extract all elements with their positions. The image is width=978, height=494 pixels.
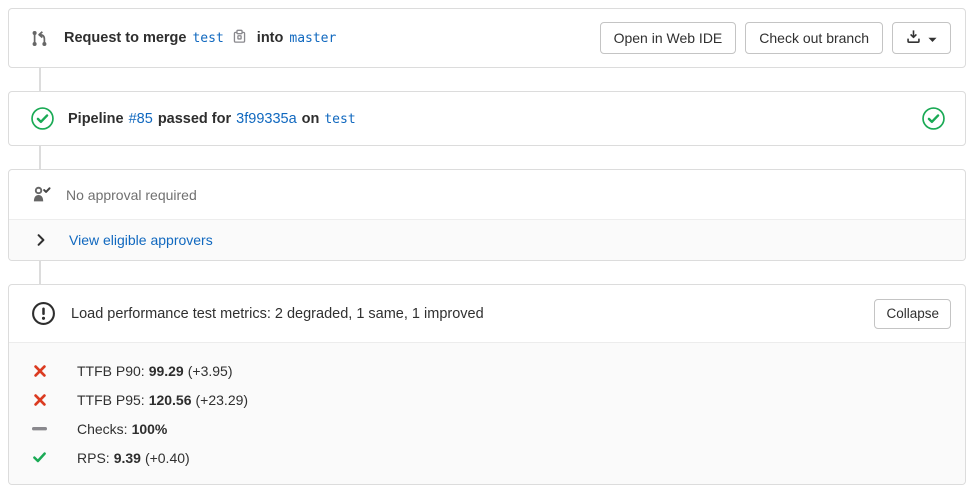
metric-label: RPS: <box>77 450 110 466</box>
metric-delta: (+3.95) <box>188 363 233 379</box>
metric-label: TTFB P95: <box>77 392 145 408</box>
pipeline-status: passed for <box>158 111 231 127</box>
metric-row: RPS: 9.39 (+0.40) <box>32 443 949 472</box>
target-branch-link[interactable]: master <box>289 31 336 46</box>
pipeline-passed-icon <box>31 107 54 130</box>
mr-title-prefix: Request to merge <box>64 30 186 46</box>
metric-value: 99.29 <box>149 363 184 379</box>
mr-title-into: into <box>257 30 284 46</box>
metric-delta: (+0.40) <box>145 450 190 466</box>
approvals-card: No approval required View eligible appro… <box>8 169 966 261</box>
metric-row: TTFB P90: 99.29 (+3.95) <box>32 356 949 385</box>
load-performance-summary: Load performance test metrics: 2 degrade… <box>71 306 484 322</box>
section-connector <box>39 146 41 169</box>
load-performance-header: Load performance test metrics: 2 degrade… <box>9 285 965 342</box>
metric-value: 100% <box>132 421 168 437</box>
degraded-icon <box>32 365 47 377</box>
chevron-right-icon <box>37 234 45 246</box>
metric-delta: (+23.29) <box>196 392 249 408</box>
open-web-ide-button[interactable]: Open in Web IDE <box>600 22 737 54</box>
degraded-icon <box>32 394 47 406</box>
mr-title: Request to merge test into master <box>64 29 336 47</box>
mr-widget: Request to merge test into master Open i… <box>8 8 966 485</box>
view-approvers-link[interactable]: View eligible approvers <box>69 232 213 248</box>
section-connector <box>39 261 41 284</box>
copy-icon <box>232 29 247 47</box>
download-dropdown-button[interactable] <box>892 22 951 54</box>
approval-message: No approval required <box>66 187 197 203</box>
mr-header-card: Request to merge test into master Open i… <box>8 8 966 68</box>
pipeline-on: on <box>302 111 320 127</box>
metric-row: TTFB P95: 120.56 (+23.29) <box>32 385 949 414</box>
exclamation-circle-icon <box>31 301 56 326</box>
merge-request-icon <box>31 30 48 47</box>
view-approvers-toggle[interactable]: View eligible approvers <box>9 219 965 260</box>
metric-value: 9.39 <box>114 450 141 466</box>
checkout-branch-button[interactable]: Check out branch <box>745 22 883 54</box>
mini-pipeline-stage-icon[interactable] <box>922 107 945 130</box>
metric-value: 120.56 <box>149 392 192 408</box>
load-performance-card: Load performance test metrics: 2 degrade… <box>8 284 966 485</box>
metric-row: Checks: 100% <box>32 414 949 443</box>
pipeline-id-link[interactable]: #85 <box>129 111 153 127</box>
copy-branch-button[interactable] <box>232 29 247 47</box>
pipeline-card: Pipeline #85 passed for 3f99335a on test <box>8 91 966 146</box>
collapse-button[interactable]: Collapse <box>874 299 951 329</box>
download-icon <box>906 29 921 47</box>
metric-label: TTFB P90: <box>77 363 145 379</box>
user-check-icon <box>32 185 51 204</box>
load-performance-body: TTFB P90: 99.29 (+3.95) TTFB P95: 120.56… <box>9 342 965 484</box>
pipeline-prefix: Pipeline <box>68 111 124 127</box>
pipeline-branch-link[interactable]: test <box>324 112 355 127</box>
approval-status-row: No approval required <box>9 170 965 219</box>
same-dash-icon <box>32 427 47 431</box>
metric-label: Checks: <box>77 421 128 437</box>
section-connector <box>39 68 41 91</box>
improved-check-icon <box>32 452 47 463</box>
commit-sha-link[interactable]: 3f99335a <box>236 111 296 127</box>
pipeline-status-text: Pipeline #85 passed for 3f99335a on test <box>68 111 356 127</box>
caret-down-icon <box>928 30 937 46</box>
source-branch-link[interactable]: test <box>192 31 223 46</box>
mr-actions: Open in Web IDE Check out branch <box>600 22 951 54</box>
